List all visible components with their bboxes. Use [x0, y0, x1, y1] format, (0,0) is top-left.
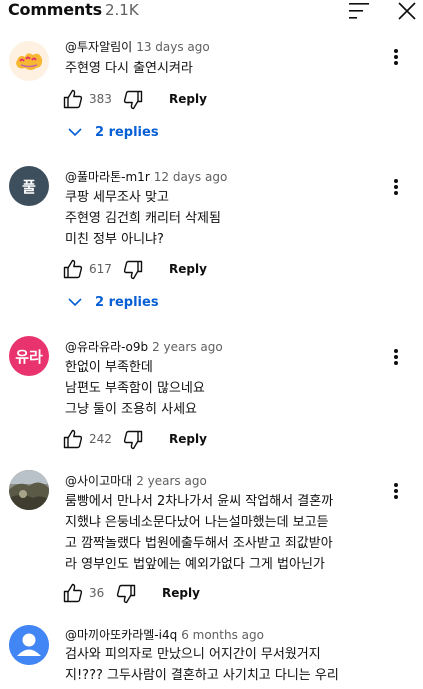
comment-time[interactable]: 6 months ago	[181, 628, 264, 642]
comment-text: 룸빵에서 만나서 2차나가서 윤씨 작업해서 결혼까 지했냐 은둥네소문다났어 …	[65, 494, 334, 572]
avatar[interactable]: 풀	[9, 166, 49, 206]
comment-time[interactable]: 2 years ago	[136, 474, 207, 488]
comment-actions: 36 Reply	[63, 583, 263, 605]
comment-text: 검사와 피의자로 만났으니 어지간이 무서웠거지 지!??? 그두사람이 결혼하…	[65, 647, 339, 683]
avatar[interactable]: 유라	[9, 336, 49, 376]
comment-text: 쿠팡 세무조사 맞고 주현영 김건희 캐리터 삭제됨 미친 정부 아니냐?	[65, 190, 221, 247]
like-icon[interactable]	[63, 259, 83, 279]
close-icon[interactable]	[397, 1, 417, 21]
reply-button[interactable]: Reply	[169, 262, 207, 276]
reply-button[interactable]: Reply	[169, 92, 207, 106]
like-icon[interactable]	[63, 583, 83, 603]
like-count: 383	[89, 92, 112, 106]
comments-title: Comments	[8, 0, 102, 19]
like-icon[interactable]	[63, 89, 83, 109]
like-count: 36	[89, 586, 105, 600]
avatar[interactable]	[9, 625, 49, 665]
comment-author[interactable]: @풀마라톤-m1r	[65, 170, 150, 184]
reply-button[interactable]: Reply	[169, 432, 207, 446]
comment-time[interactable]: 12 days ago	[154, 170, 228, 184]
like-icon[interactable]	[63, 429, 83, 449]
comment-text: 주현영 다시 출연시켜라	[65, 61, 193, 76]
comments-header: Comments 2.1K	[0, 0, 423, 24]
replies-count-label: 2 replies	[95, 295, 159, 310]
avatar-photo-image	[9, 470, 49, 510]
dislike-icon[interactable]	[123, 90, 143, 110]
comment-time[interactable]: 13 days ago	[136, 40, 210, 54]
more-options-icon[interactable]	[386, 176, 406, 198]
avatar-initial: 유라	[15, 347, 43, 366]
comments-count: 2.1K	[105, 1, 139, 19]
comment-actions: 242 Reply	[63, 429, 263, 451]
dislike-icon[interactable]	[123, 260, 143, 280]
comment-actions: 383 Reply	[63, 89, 263, 111]
more-options-icon[interactable]	[386, 46, 406, 68]
avatar[interactable]	[9, 470, 49, 510]
comment-author[interactable]: @투자알림이	[65, 40, 132, 54]
view-replies-button[interactable]: 2 replies	[68, 124, 208, 144]
like-count: 242	[89, 432, 112, 446]
comment-author[interactable]: @유라유라-o9b	[65, 340, 148, 354]
reply-button[interactable]: Reply	[162, 586, 200, 600]
comment-meta: @유라유라-o9b 2 years ago	[65, 338, 223, 355]
avatar-initial: 풀	[22, 177, 36, 196]
more-options-icon[interactable]	[386, 480, 406, 502]
default-avatar-icon	[9, 625, 49, 665]
replies-count-label: 2 replies	[95, 125, 159, 140]
comment-meta: @사이고마대 2 years ago	[65, 472, 207, 489]
avatar-logo-image	[9, 41, 49, 81]
comment-actions: 617 Reply	[63, 259, 263, 281]
sort-icon[interactable]	[349, 2, 369, 20]
comment-meta: @마끼아또카라멜-i4q 6 months ago	[65, 626, 264, 643]
chevron-down-icon	[68, 298, 82, 307]
like-count: 617	[89, 262, 112, 276]
view-replies-button[interactable]: 2 replies	[68, 294, 208, 314]
more-options-icon[interactable]	[386, 346, 406, 368]
comment-author[interactable]: @마끼아또카라멜-i4q	[65, 628, 177, 642]
comment-meta: @투자알림이 13 days ago	[65, 38, 210, 55]
dislike-icon[interactable]	[123, 430, 143, 450]
comment-text: 한없이 부족한데 남편도 부족함이 많으네요 그냥 둘이 조용히 사세요	[65, 360, 205, 417]
comment-meta: @풀마라톤-m1r 12 days ago	[65, 168, 227, 185]
chevron-down-icon	[68, 128, 82, 137]
comment-time[interactable]: 2 years ago	[152, 340, 223, 354]
dislike-icon[interactable]	[116, 584, 136, 604]
comment-author[interactable]: @사이고마대	[65, 474, 132, 488]
avatar[interactable]	[9, 41, 49, 81]
